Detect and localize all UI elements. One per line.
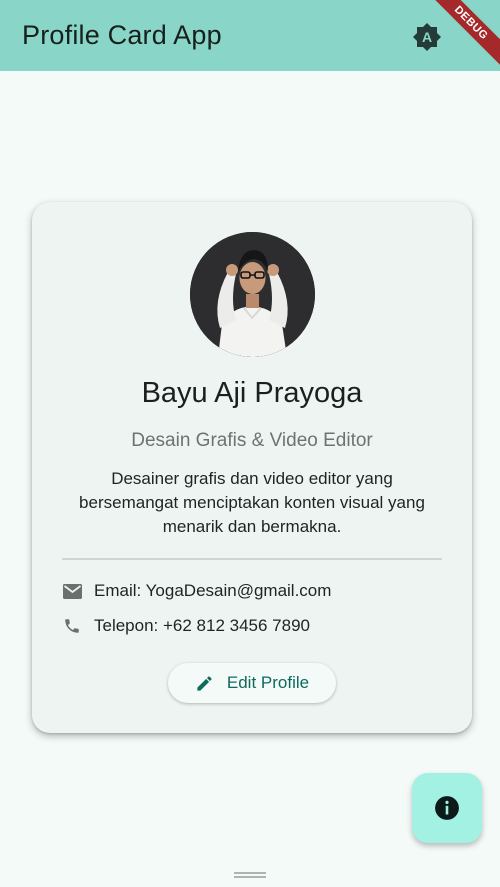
edit-profile-button[interactable]: Edit Profile xyxy=(168,663,336,703)
phone-icon xyxy=(62,616,82,636)
app-bar: Profile Card App A DEBUG xyxy=(0,0,500,71)
gesture-nav-bar xyxy=(0,863,500,887)
profile-name: Bayu Aji Prayoga xyxy=(141,377,363,409)
app-screen: Profile Card App A DEBUG Bayu Aji Prayog… xyxy=(0,0,500,887)
profile-card: Bayu Aji Prayoga Desain Grafis & Video E… xyxy=(32,202,472,733)
profile-role: Desain Grafis & Video Editor xyxy=(131,430,373,451)
app-title: Profile Card App xyxy=(22,20,222,50)
avatar xyxy=(190,232,315,357)
email-icon xyxy=(62,581,82,601)
contact-phone-row: Telepon: +62 812 3456 7890 xyxy=(62,614,310,638)
edit-profile-label: Edit Profile xyxy=(226,673,310,692)
drag-handle-icon[interactable] xyxy=(234,872,266,878)
info-fab-button[interactable] xyxy=(412,773,482,843)
divider xyxy=(62,558,442,560)
profile-bio: Desainer grafis dan video editor yang be… xyxy=(79,469,425,536)
profile-photo xyxy=(190,232,315,357)
theme-toggle-button[interactable]: A xyxy=(410,20,444,54)
theme-toggle-icon: A xyxy=(413,23,441,51)
edit-icon xyxy=(195,673,215,693)
theme-toggle-letter: A xyxy=(422,29,432,45)
contact-email-text: Email: YogaDesain@gmail.com xyxy=(94,581,332,600)
contact-phone-text: Telepon: +62 812 3456 7890 xyxy=(94,616,311,635)
contact-email-row: Email: YogaDesain@gmail.com xyxy=(62,579,331,603)
info-icon xyxy=(435,796,459,820)
